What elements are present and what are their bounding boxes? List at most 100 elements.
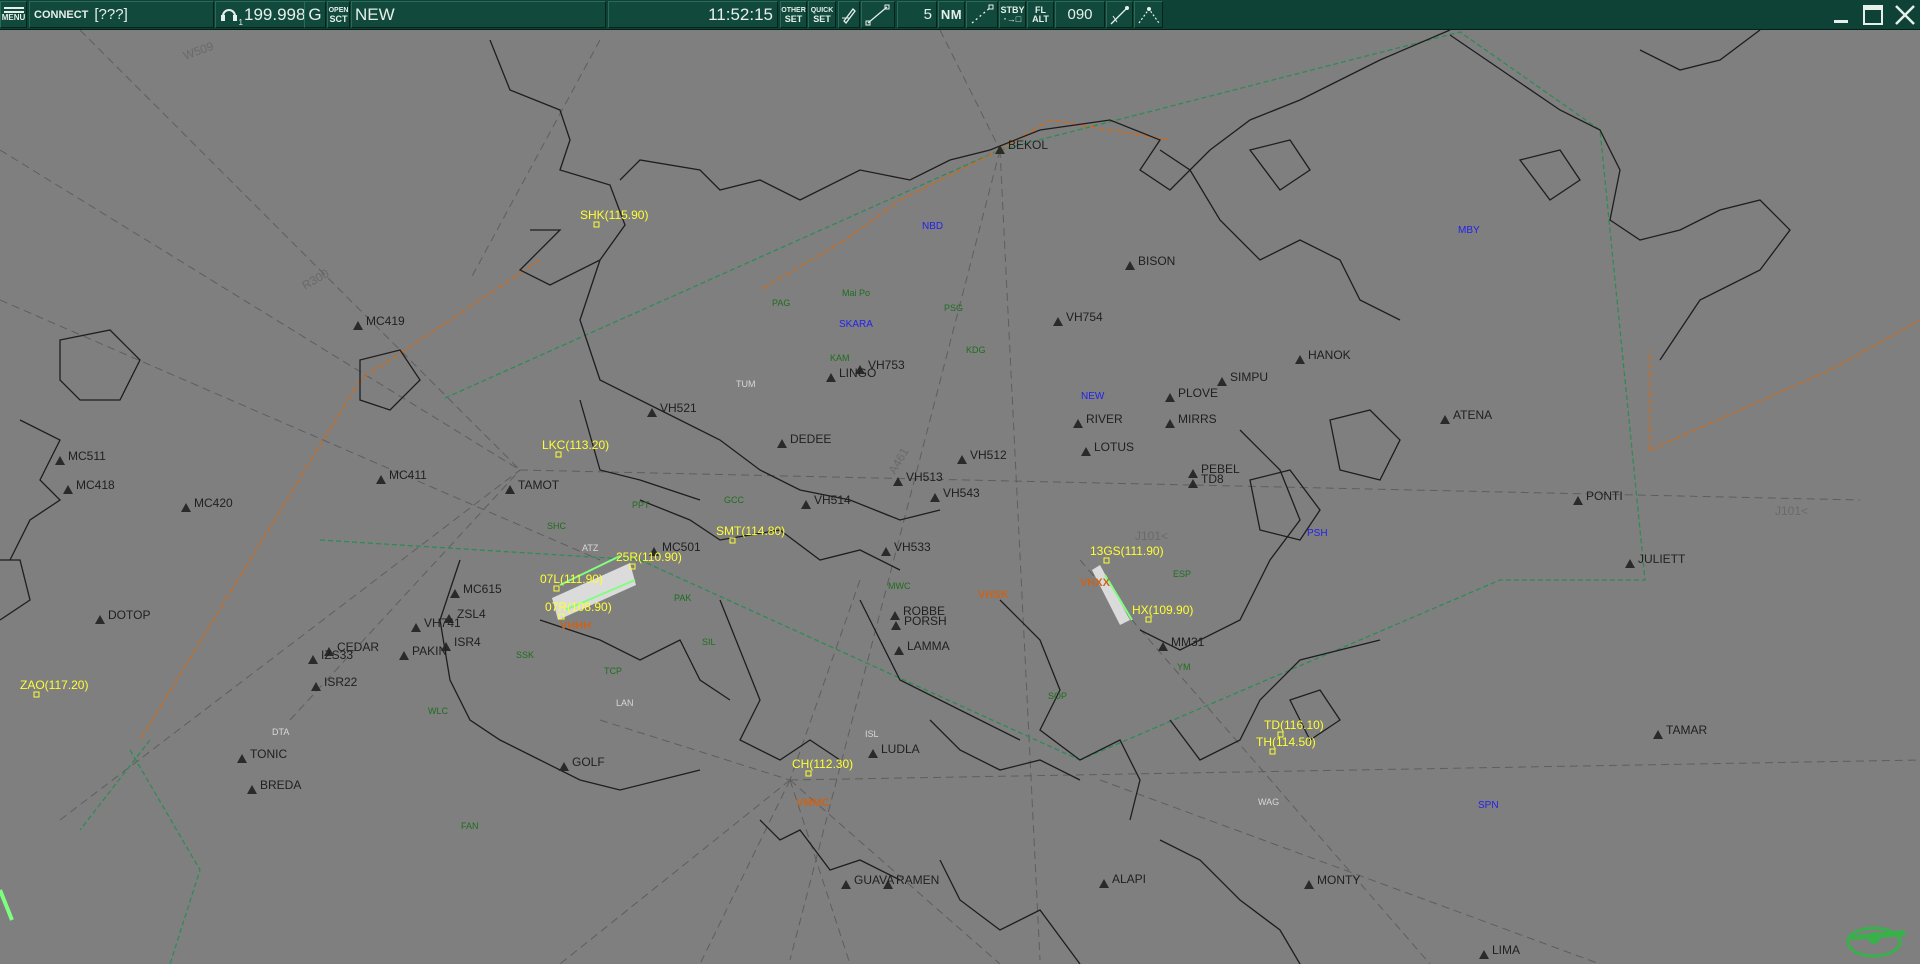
- airport-label-vhxx: VHXX: [1080, 577, 1111, 589]
- vfr-label-kam: KAM: [830, 353, 850, 363]
- maximize-button[interactable]: [1861, 3, 1885, 27]
- vfr-label-dta: DTA: [272, 727, 289, 737]
- heading-display[interactable]: 090: [1055, 1, 1105, 28]
- vfr-label-mwc: MWC: [888, 581, 911, 591]
- fix-label-alapi: ALAPI: [1112, 872, 1146, 886]
- route-tool-button[interactable]: [1134, 1, 1163, 28]
- minimize-button[interactable]: [1829, 3, 1853, 27]
- range-unit-text: NM: [940, 7, 963, 22]
- connect-button[interactable]: CONNECT [???]: [29, 1, 214, 28]
- alt-label: ALT: [1032, 13, 1049, 24]
- airport-label-vmmc: VMMC: [796, 797, 830, 809]
- other-set-label: SET: [784, 13, 803, 24]
- bearing-icon: [1110, 5, 1129, 24]
- vfr-label-sil: SIL: [702, 637, 716, 647]
- fix-label-atena: ATENA: [1453, 408, 1492, 422]
- ndb-label-new: NEW: [1081, 391, 1105, 402]
- headset-icon: 1: [220, 5, 243, 27]
- fix-label-bison: BISON: [1138, 254, 1175, 268]
- vfr-label-sop: SOP: [1048, 691, 1067, 701]
- range-unit-button[interactable]: NM: [938, 1, 965, 28]
- fix-label-td8: TD8: [1201, 472, 1224, 486]
- fix-label-mc420: MC420: [194, 496, 233, 510]
- fix-label-tamot: TAMOT: [518, 478, 560, 492]
- fix-label-vh543: VH543: [943, 486, 980, 500]
- open-sct-button[interactable]: OPEN SCT: [327, 1, 350, 28]
- fix-label-river: RIVER: [1086, 412, 1123, 426]
- line-tool-icon: [865, 4, 890, 25]
- fix-label-isr22: ISR22: [324, 675, 358, 689]
- draw-line-button[interactable]: [861, 1, 895, 28]
- china-flier-watermark: [1844, 914, 1914, 960]
- sector-label-j101-east: J101<: [1775, 504, 1808, 518]
- close-button[interactable]: [1893, 3, 1917, 27]
- fix-label-pakin: PAKIN: [412, 644, 447, 658]
- fix-label-vh512: VH512: [970, 448, 1007, 462]
- dots-tool-button[interactable]: [966, 1, 998, 28]
- fix-label-dedee: DEDEE: [790, 432, 831, 446]
- vor-label-lkc-113-20: LKC(113.20): [542, 438, 609, 452]
- vor-label-smt-114-80: SMT(114.80): [716, 524, 785, 538]
- fix-label-vh741: VH741: [424, 616, 461, 630]
- fix-label-guava: GUAVA: [854, 873, 894, 887]
- ndb-label-spn: SPN: [1478, 800, 1499, 811]
- fix-label-izs33: IZS33: [321, 648, 353, 662]
- vor-label-13gs-111-90: 13GS(111.90): [1090, 544, 1164, 558]
- vfr-label-fan: FAN: [461, 821, 479, 831]
- quick-set-button[interactable]: QUICK SET: [808, 1, 836, 28]
- airport-label-vhsk: VHSK: [978, 589, 1009, 601]
- vfr-label-isl: ISL: [865, 729, 879, 739]
- route-icon: [1138, 6, 1159, 23]
- fix-label-ludla: LUDLA: [881, 742, 920, 756]
- clock-text: 11:52:15: [708, 4, 773, 24]
- vfr-label-pak: PAK: [674, 593, 691, 603]
- voice-frequency-button[interactable]: 1 199.998: [215, 1, 310, 28]
- fl-alt-button[interactable]: FL ALT: [1027, 1, 1054, 28]
- ndb-label-skara: SKARA: [839, 319, 873, 330]
- menu-label: MENU: [1, 13, 26, 22]
- airport-label-vhhh: VHHH: [560, 620, 591, 632]
- vfr-label-atz: ATZ: [582, 543, 599, 553]
- notepad-button[interactable]: [838, 1, 860, 28]
- fix-label-lima: LIMA: [1492, 943, 1520, 957]
- vfr-label-mai-po: Mai Po: [842, 288, 870, 298]
- fix-label-vh514: VH514: [814, 493, 851, 507]
- vfr-label-esp: ESP: [1173, 569, 1191, 579]
- facility-letter[interactable]: G: [304, 1, 326, 28]
- vfr-label-gcc: GCC: [724, 495, 745, 505]
- fix-label-plove: PLOVE: [1178, 386, 1218, 400]
- fix-label-zsl4: ZSL4: [457, 607, 486, 621]
- vfr-label-wlc: WLC: [428, 706, 449, 716]
- fix-label-mc511: MC511: [68, 449, 106, 463]
- vfr-label-tcp: TCP: [604, 666, 622, 676]
- vor-label-ch-112-30: CH(112.30): [792, 757, 853, 771]
- frequency-display: 199.998: [244, 4, 306, 24]
- sector-file-button[interactable]: NEW: [351, 1, 606, 28]
- fix-label-mc418: MC418: [76, 478, 115, 492]
- radar-scope[interactable]: W509 R300 J101< J101< A461 BEKOLBISONVH7…: [0, 30, 1920, 964]
- fix-label-vh753: VH753: [868, 358, 905, 372]
- standby-button[interactable]: STBY ·→□: [999, 1, 1026, 28]
- other-set-button[interactable]: OTHER SET: [780, 1, 807, 28]
- vor-label-th-114-50: TH(114.50): [1256, 735, 1316, 749]
- fix-label-isr4: ISR4: [454, 635, 481, 649]
- close-icon: [1895, 5, 1915, 25]
- clock-display: 11:52:15: [608, 1, 778, 28]
- fix-label-lotus: LOTUS: [1094, 440, 1134, 454]
- vfr-label-shc: SHC: [547, 521, 567, 531]
- ndb-label-mby: MBY: [1458, 225, 1480, 236]
- radar-toolbar: MENU CONNECT [???] 1 199.998 G OPEN SCT …: [0, 0, 1920, 30]
- pencil-icon: [842, 7, 856, 24]
- headset-index: 1: [238, 17, 243, 27]
- vfr-label-wag: WAG: [1258, 797, 1279, 807]
- dotted-line-icon: [971, 4, 994, 23]
- vfr-label-pag: PAG: [772, 298, 790, 308]
- connect-label: CONNECT: [34, 8, 89, 21]
- bearing-tool-button[interactable]: [1106, 1, 1133, 28]
- fix-label-vh521: VH521: [660, 401, 697, 415]
- vfr-label-ym: YM: [1177, 662, 1191, 672]
- vfr-label-tum: TUM: [736, 379, 756, 389]
- menu-button[interactable]: MENU: [0, 1, 27, 28]
- range-value[interactable]: 5: [897, 1, 937, 28]
- fix-label-monty: MONTY: [1317, 873, 1360, 887]
